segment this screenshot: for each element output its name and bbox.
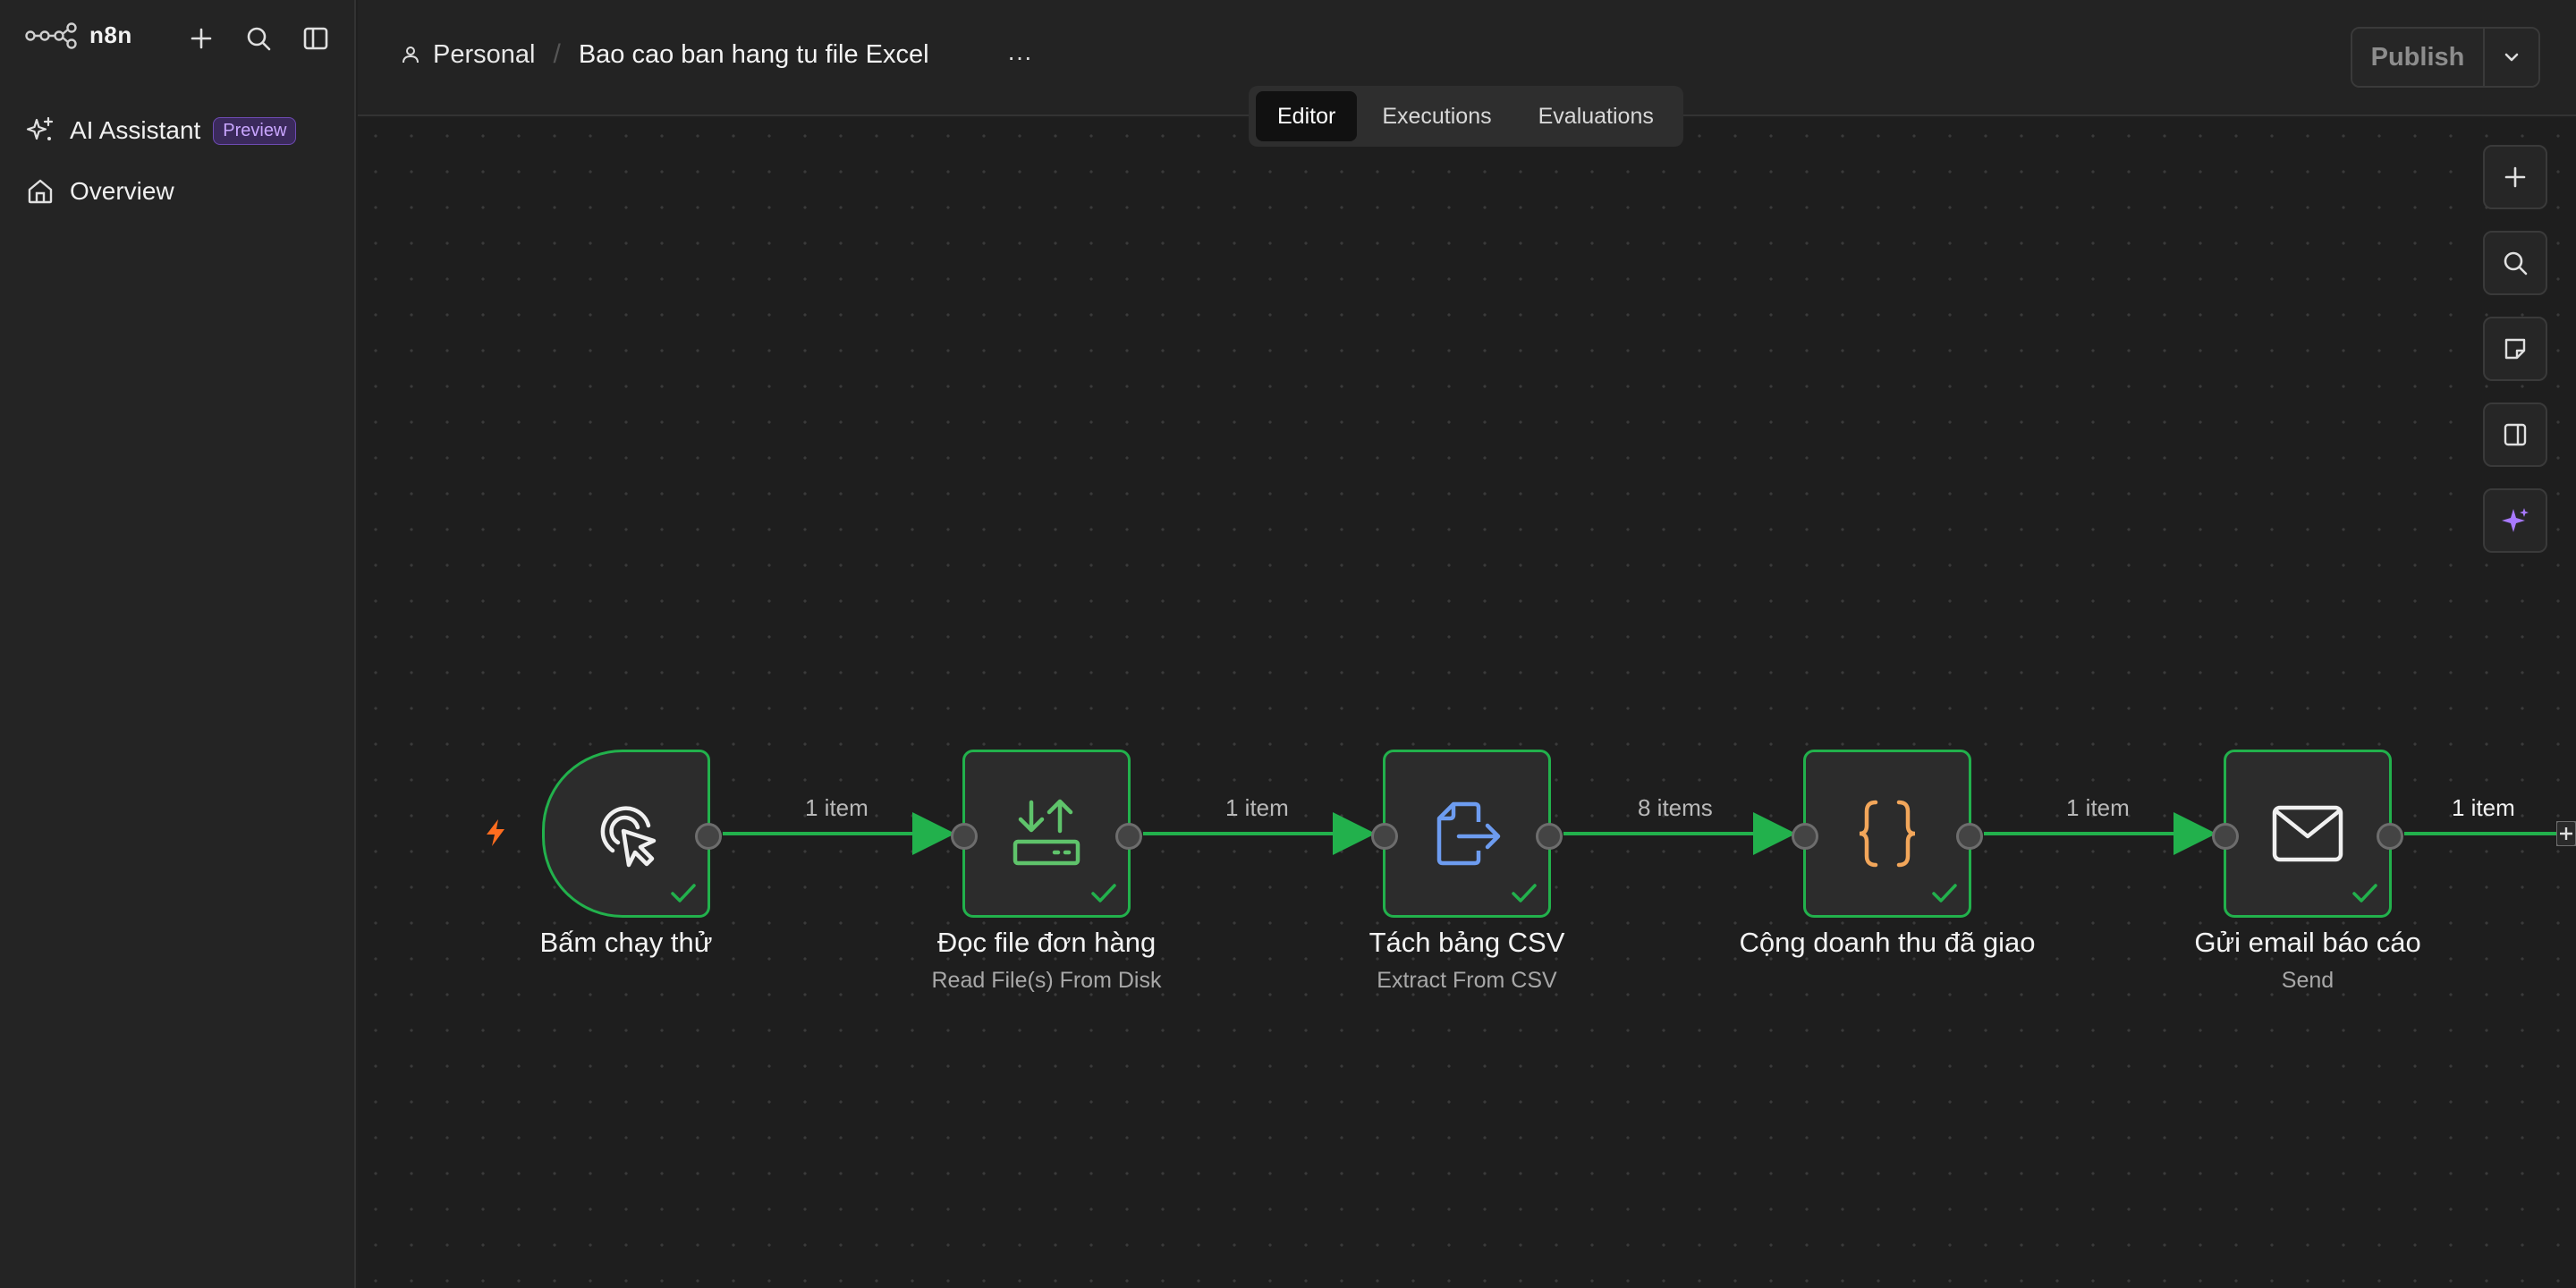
node-code[interactable] — [1792, 750, 1983, 918]
search-icon — [2504, 251, 2528, 275]
input-port[interactable] — [951, 823, 978, 850]
tab-executions[interactable]: Executions — [1360, 91, 1513, 141]
node-read-file[interactable] — [951, 750, 1142, 918]
sparkles-icon — [26, 116, 54, 140]
cursor-click-icon — [600, 806, 657, 868]
input-port[interactable] — [1371, 823, 1398, 850]
node-subtitle: Read File(s) From Disk — [931, 968, 1162, 993]
file-transfer-icon — [1013, 799, 1080, 866]
search-nodes-button[interactable] — [2483, 231, 2547, 295]
user-icon — [402, 47, 419, 64]
breadcrumb-separator: / — [553, 39, 561, 69]
add-sticky-note-button[interactable] — [2483, 317, 2547, 381]
connections — [723, 812, 2558, 855]
node-send-email[interactable] — [2212, 750, 2403, 918]
success-check-icon — [2352, 884, 2377, 902]
sidebar-nav: AI Assistant Preview Overview — [25, 100, 338, 222]
input-port[interactable] — [2212, 823, 2239, 850]
panel-icon — [2504, 423, 2527, 446]
tab-evaluations[interactable]: Evaluations — [1517, 91, 1675, 141]
success-check-icon — [671, 884, 696, 902]
search-button[interactable] — [240, 20, 277, 57]
sidebar: n8n AI Assistant Preview Overview — [0, 0, 356, 1288]
chevron-down-icon — [2504, 53, 2519, 62]
output-port[interactable] — [1956, 823, 1983, 850]
more-options-button[interactable]: ··· — [995, 39, 1045, 75]
sidebar-item-overview[interactable]: Overview — [25, 161, 338, 222]
extract-file-icon — [1436, 801, 1501, 866]
node-title: Tách bảng CSV — [1368, 927, 1565, 958]
node-subtitle: Extract From CSV — [1377, 968, 1557, 993]
ai-assistant-button[interactable] — [2483, 488, 2547, 553]
home-icon — [28, 179, 53, 204]
ai-sparkle-icon — [2502, 508, 2529, 532]
plus-icon — [2504, 166, 2526, 188]
node-title: Gửi email báo cáo — [2194, 927, 2421, 958]
toggle-sidebar-button[interactable] — [297, 20, 335, 57]
edge-item-count: 1 item — [2452, 794, 2515, 821]
envelope-icon — [2272, 805, 2343, 862]
brand-name: n8n — [89, 21, 132, 48]
output-port[interactable] — [695, 823, 722, 850]
tab-editor[interactable]: Editor — [1256, 91, 1358, 141]
workflow-name[interactable]: Bao cao ban hang tu file Excel — [579, 40, 929, 70]
success-check-icon — [1091, 884, 1116, 902]
editor-tabs: Editor Executions Evaluations — [1249, 86, 1683, 147]
node-title: Cộng doanh thu đã giao — [1739, 927, 2036, 958]
publish-group: Publish — [2351, 27, 2540, 88]
sidebar-item-label: AI Assistant — [70, 116, 201, 144]
sidebar-toggle-icon — [303, 27, 328, 50]
search-icon — [247, 27, 271, 51]
node-subtitle: Send — [2281, 968, 2334, 993]
output-port[interactable] — [1115, 823, 1142, 850]
edge-item-count: 1 item — [805, 794, 869, 821]
output-port[interactable] — [1536, 823, 1563, 850]
node-manual-trigger[interactable] — [542, 750, 722, 918]
success-check-icon — [1512, 884, 1537, 902]
workflow-canvas[interactable]: Bấm chạy thử Đọc file đơn hàng Read File… — [358, 118, 2576, 1288]
code-braces-icon — [1859, 800, 1916, 868]
output-port[interactable] — [2377, 823, 2403, 850]
input-port[interactable] — [1792, 823, 1818, 850]
n8n-app: n8n AI Assistant Preview Overview Person… — [0, 0, 2576, 1288]
publish-button[interactable]: Publish — [2352, 29, 2483, 86]
add-node-plus-icon[interactable] — [2556, 821, 2576, 846]
plus-icon — [191, 28, 212, 49]
publish-dropdown-button[interactable] — [2483, 29, 2538, 86]
edge-item-count: 1 item — [2066, 794, 2130, 821]
sidebar-item-ai-assistant[interactable]: AI Assistant Preview — [25, 100, 338, 161]
edge-item-count: 1 item — [1225, 794, 1289, 821]
sidebar-actions — [182, 20, 335, 57]
brand[interactable]: n8n — [25, 21, 132, 49]
canvas-tools — [2483, 145, 2547, 553]
preview-badge: Preview — [213, 116, 297, 145]
toggle-panel-button[interactable] — [2483, 402, 2547, 467]
node-extract-csv[interactable] — [1371, 750, 1563, 918]
project-link[interactable]: Personal — [433, 40, 535, 70]
sidebar-item-label: Overview — [70, 177, 174, 205]
success-check-icon — [1932, 884, 1957, 902]
create-button[interactable] — [182, 20, 220, 57]
sticky-note-icon — [2504, 338, 2526, 360]
node-title: Bấm chạy thử — [539, 927, 713, 958]
breadcrumb: Personal / Bao cao ban hang tu file Exce… — [401, 39, 929, 70]
trigger-bolt-icon — [487, 819, 504, 846]
node-title: Đọc file đơn hàng — [936, 927, 1157, 958]
n8n-logo-icon — [25, 21, 77, 49]
edge-item-count: 8 items — [1638, 794, 1713, 821]
add-node-button[interactable] — [2483, 145, 2547, 209]
